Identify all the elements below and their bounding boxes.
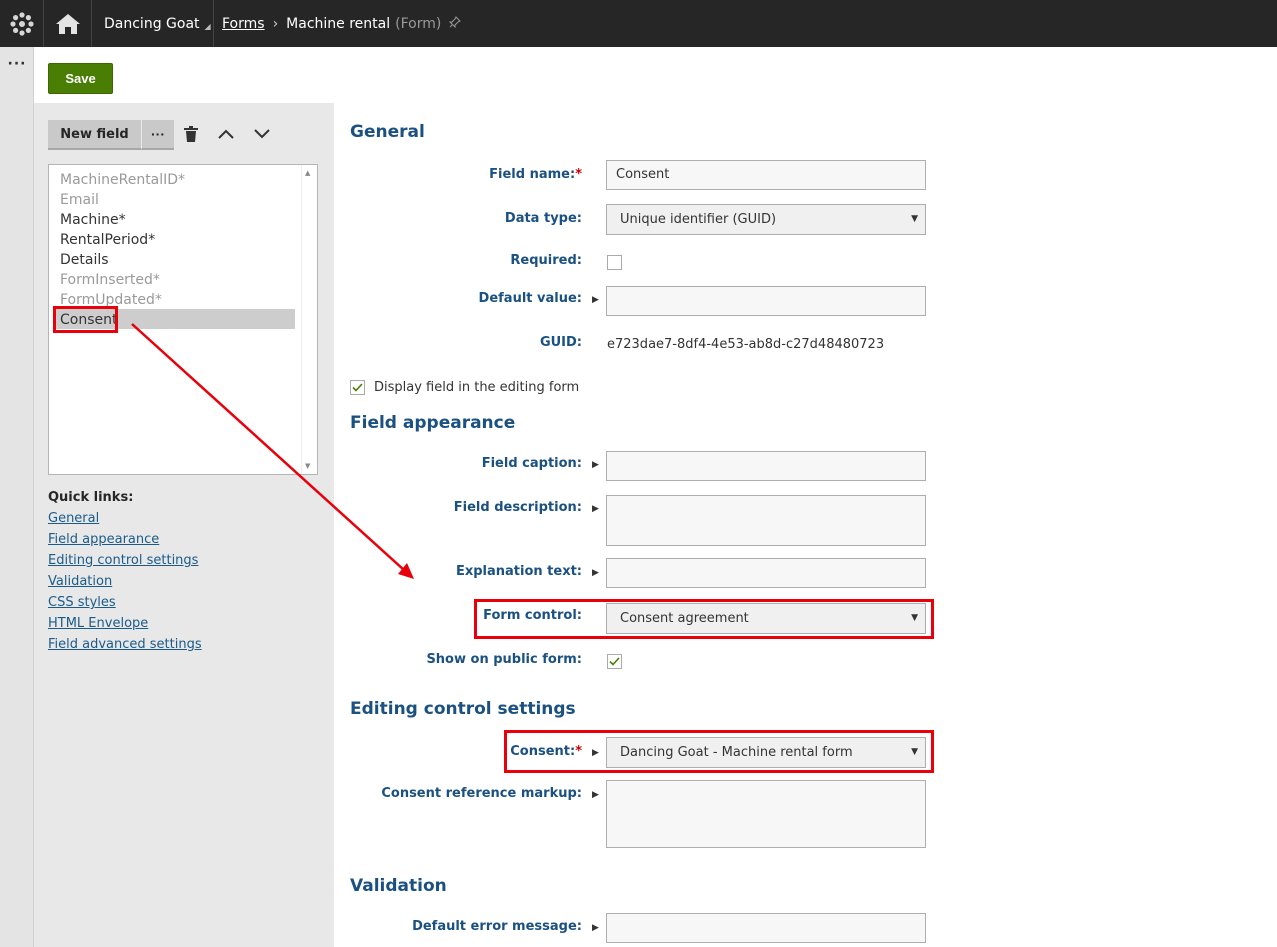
quick-link-general[interactable]: General <box>48 511 99 526</box>
quick-link-editing-control-settings[interactable]: Editing control settings <box>48 553 198 568</box>
quick-link-html-envelope[interactable]: HTML Envelope <box>48 616 148 631</box>
field-name-label: Field name:* <box>489 167 582 182</box>
list-item[interactable]: MachineRentalID* <box>60 170 185 190</box>
list-item[interactable]: FormInserted* <box>60 270 160 290</box>
default-error-label: Default error message: <box>412 919 582 934</box>
breadcrumb: Forms › Machine rental (Form) <box>222 0 462 47</box>
guid-label: GUID: <box>539 335 582 350</box>
delete-icon[interactable] <box>178 121 204 147</box>
default-error-input[interactable] <box>606 913 926 943</box>
explanation-text-label: Explanation text: <box>455 564 582 579</box>
scroll-down-icon[interactable]: ▼ <box>305 462 310 470</box>
expand-arrow-icon[interactable]: ▶ <box>592 923 599 933</box>
guid-value: e723dae7-8df4-4e53-ab8d-c27d48480723 <box>607 337 885 352</box>
home-icon[interactable] <box>44 0 92 47</box>
more-options-icon[interactable]: ··· <box>0 56 34 72</box>
field-caption-input[interactable] <box>606 451 926 481</box>
quick-links-title: Quick links: <box>48 490 134 505</box>
checkmark-icon <box>609 657 620 666</box>
default-value-input[interactable] <box>606 286 926 316</box>
expand-arrow-icon[interactable]: ▶ <box>592 790 599 800</box>
field-description-textarea[interactable] <box>606 495 926 546</box>
section-heading-field-appearance: Field appearance <box>350 413 516 433</box>
quick-link-css-styles[interactable]: CSS styles <box>48 595 116 610</box>
chevron-down-icon[interactable] <box>249 121 275 147</box>
quick-link-field-advanced-settings[interactable]: Field advanced settings <box>48 637 202 652</box>
expand-arrow-icon[interactable]: ▶ <box>592 295 599 305</box>
show-public-form-label: Show on public form: <box>426 652 582 667</box>
section-heading-validation: Validation <box>350 876 447 896</box>
field-name-input[interactable]: Consent <box>606 160 926 190</box>
kentico-logo-icon[interactable] <box>0 0 44 47</box>
site-name: Dancing Goat <box>104 15 200 32</box>
field-caption-label: Field caption: <box>481 456 582 471</box>
highlight-box-consent <box>504 730 934 773</box>
display-field-label: Display field in the editing form <box>374 380 580 395</box>
expand-arrow-icon[interactable]: ▶ <box>592 568 599 578</box>
list-item[interactable]: Machine* <box>60 210 126 230</box>
scroll-up-icon[interactable]: ▲ <box>305 169 310 177</box>
required-label: Required: <box>510 253 582 268</box>
data-type-select[interactable]: Unique identifier (GUID) ▼ <box>606 204 926 235</box>
pin-icon[interactable] <box>449 15 462 32</box>
highlight-box-consent-item <box>53 306 118 333</box>
checkmark-icon <box>352 383 363 392</box>
consent-markup-textarea[interactable] <box>606 780 926 848</box>
page-title: Machine rental <box>286 15 391 32</box>
breadcrumb-forms-link[interactable]: Forms <box>222 16 265 32</box>
field-description-label: Field description: <box>453 500 582 515</box>
dropdown-caret-icon: ▼ <box>911 214 918 224</box>
consent-markup-label: Consent reference markup: <box>381 786 582 801</box>
section-heading-general: General <box>350 122 425 142</box>
new-field-button[interactable]: New field <box>48 120 141 150</box>
caret-down-icon: ◢ <box>204 22 211 31</box>
left-side-strip <box>0 47 34 947</box>
chevron-up-icon[interactable] <box>213 121 239 147</box>
list-item[interactable]: Email <box>60 190 99 210</box>
highlight-box-form-control <box>474 599 934 639</box>
explanation-text-input[interactable] <box>606 558 926 588</box>
data-type-value: Unique identifier (GUID) <box>620 212 777 227</box>
site-selector[interactable]: Dancing Goat ◢ <box>92 0 214 47</box>
page-subtitle: (Form) <box>395 15 442 32</box>
expand-arrow-icon[interactable]: ▶ <box>592 504 599 514</box>
quick-link-field-appearance[interactable]: Field appearance <box>48 532 159 547</box>
default-value-label: Default value: <box>478 291 582 306</box>
save-button[interactable]: Save <box>48 63 113 94</box>
section-heading-editing-control: Editing control settings <box>350 699 576 719</box>
display-field-checkbox[interactable] <box>350 380 365 395</box>
more-actions-button[interactable]: ··· <box>141 120 174 150</box>
chevron-right-icon: › <box>272 15 279 32</box>
top-bar: Dancing Goat ◢ Forms › Machine rental (F… <box>0 0 1277 47</box>
show-public-form-checkbox[interactable] <box>607 654 622 669</box>
required-checkbox[interactable] <box>607 255 622 270</box>
listbox-scrollbar[interactable]: ▲ ▼ <box>301 165 317 474</box>
data-type-label: Data type: <box>504 211 582 226</box>
quick-link-validation[interactable]: Validation <box>48 574 112 589</box>
expand-arrow-icon[interactable]: ▶ <box>592 460 599 470</box>
list-item[interactable]: Details <box>60 250 109 270</box>
list-item[interactable]: RentalPeriod* <box>60 230 155 250</box>
